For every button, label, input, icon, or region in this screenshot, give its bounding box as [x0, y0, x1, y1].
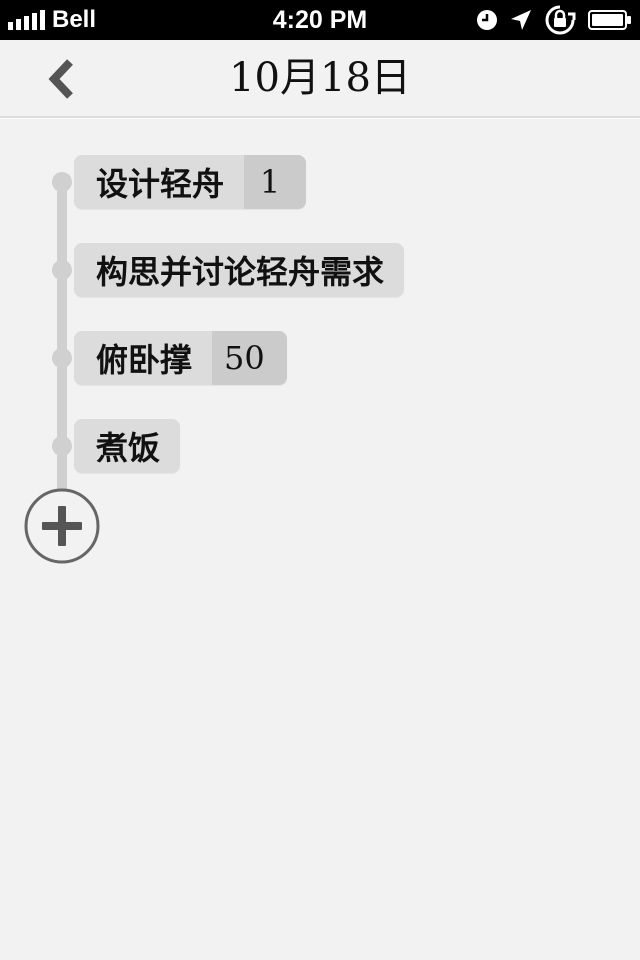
- add-task-button[interactable]: [24, 488, 100, 564]
- rotation-lock-icon: [545, 5, 576, 35]
- task-name: 设计轻舟: [96, 165, 225, 203]
- task-count: 50: [212, 331, 287, 385]
- location-icon: [511, 10, 531, 30]
- plus-circle-icon: [24, 488, 100, 564]
- status-bar: Bell 4:20 PM: [0, 0, 640, 40]
- alarm-icon: [477, 10, 497, 30]
- timeline-dot: [52, 172, 72, 192]
- timeline-dot: [52, 348, 72, 368]
- task-item[interactable]: 俯卧撑 50: [74, 331, 287, 385]
- timeline-dot: [52, 260, 72, 280]
- task-count: 1: [244, 155, 307, 209]
- task-item[interactable]: 煮饭: [74, 419, 181, 473]
- task-name: 煮饭: [96, 429, 161, 467]
- battery-icon: [588, 10, 631, 30]
- task-name: 构思并讨论轻舟需求: [96, 253, 385, 291]
- timeline-dot: [52, 436, 72, 456]
- task-item[interactable]: 设计轻舟 1: [74, 155, 307, 209]
- task-item[interactable]: 构思并讨论轻舟需求: [74, 243, 405, 297]
- page-title: 10月18日: [229, 55, 411, 101]
- status-icons: [476, 5, 632, 35]
- task-name: 俯卧撑: [96, 341, 193, 379]
- nav-bar: 10月18日: [0, 40, 640, 118]
